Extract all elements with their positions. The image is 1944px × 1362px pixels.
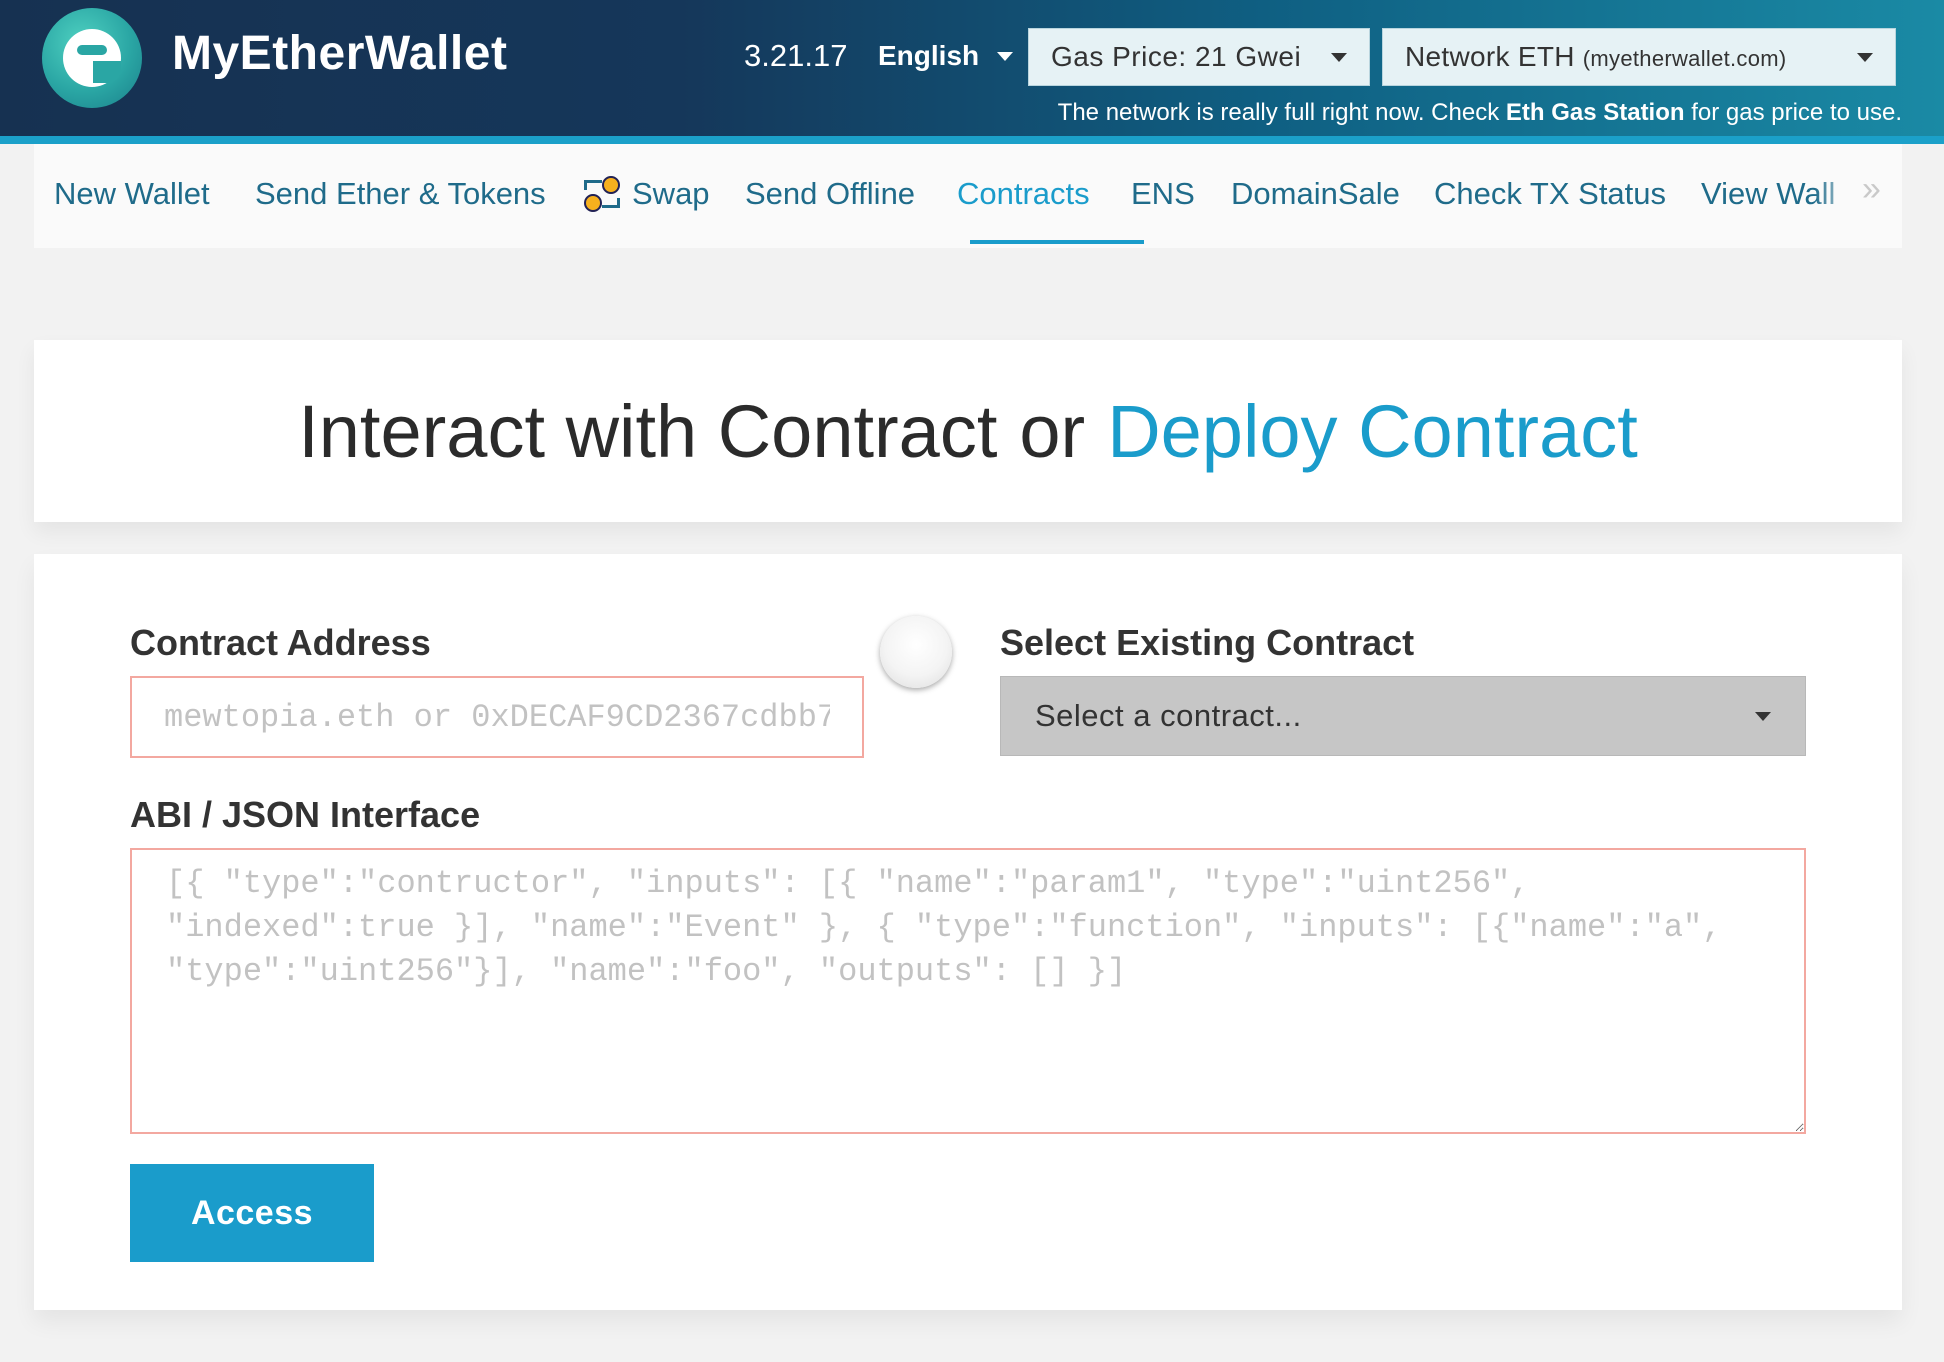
site-header: MyEtherWallet 3.21.17 English Gas Price:… (0, 0, 1944, 138)
contract-address-label: Contract Address (130, 622, 431, 663)
nav-item-label: Send Offline (745, 176, 916, 211)
nav-item-domainsale[interactable]: DomainSale (1231, 144, 1400, 244)
language-dropdown[interactable]: English (878, 40, 1014, 72)
chevron-down-icon (1331, 52, 1347, 62)
chevron-down-icon (1857, 52, 1873, 62)
nav-item-ens[interactable]: ENS (1131, 144, 1195, 244)
nav-item-swap[interactable]: Swap (582, 144, 710, 244)
network-sub: (myetherwallet.com) (1582, 46, 1787, 71)
language-label: English (878, 40, 980, 71)
brand-name[interactable]: MyEtherWallet (172, 26, 507, 81)
title-or: or (1019, 389, 1086, 473)
network-dropdown[interactable]: Network ETH (myetherwallet.com) (1382, 28, 1896, 86)
network-label: Network ETH (myetherwallet.com) (1405, 41, 1787, 73)
mew-logo-icon[interactable] (42, 8, 142, 108)
abi-label: ABI / JSON Interface (130, 794, 481, 835)
select-existing-contract-label: Select Existing Contract (1000, 622, 1415, 663)
nav-item-label: Contracts (957, 176, 1090, 211)
version-label: 3.21.17 (744, 38, 848, 73)
page-title: Interact with Contract or Deploy Contrac… (34, 340, 1902, 522)
nav-item-label: Swap (632, 176, 710, 211)
deploy-contract-link[interactable]: Deploy Contract (1107, 389, 1638, 474)
nav-item-send-offline[interactable]: Send Offline (745, 144, 915, 244)
gas-notice: The network is really full right now. Ch… (1058, 99, 1902, 127)
nav-item-check-tx-status[interactable]: Check TX Status (1434, 144, 1666, 244)
nav-item-label: ENS (1131, 176, 1195, 211)
gas-price-label: Gas Price: 21 Gwei (1051, 41, 1302, 72)
gas-price-dropdown[interactable]: Gas Price: 21 Gwei (1028, 28, 1370, 86)
contract-address-identicon (880, 616, 952, 688)
header-accent-bar (0, 136, 1944, 144)
main-nav: New Wallet Send Ether & Tokens Swap Send… (34, 144, 1902, 248)
nav-item-label: Send Ether & Tokens (255, 176, 546, 211)
chevron-down-icon (1755, 711, 1771, 721)
nav-item-label: DomainSale (1231, 176, 1400, 211)
contract-address-input[interactable] (130, 676, 864, 758)
existing-contract-value: Select a contract... (1035, 698, 1302, 733)
eth-gas-station-link[interactable]: Eth Gas Station (1506, 99, 1685, 126)
abi-json-textarea[interactable] (130, 848, 1806, 1134)
network-main: Network ETH (1405, 41, 1575, 72)
access-button[interactable]: Access (130, 1164, 374, 1262)
nav-scroll-right-icon[interactable]: » (1862, 170, 1881, 209)
nav-item-send-ether-tokens[interactable]: Send Ether & Tokens (255, 144, 546, 244)
gas-notice-suffix: for gas price to use. (1684, 99, 1902, 126)
swap-icon (582, 174, 622, 214)
existing-contract-dropdown[interactable]: Select a contract... (1000, 676, 1806, 756)
contract-form: Contract Address Select Existing Contrac… (34, 554, 1902, 1310)
nav-item-label: Check TX Status (1434, 176, 1667, 211)
gas-notice-prefix: The network is really full right now. Ch… (1057, 99, 1506, 126)
nav-active-indicator (970, 240, 1144, 244)
chevron-down-icon (997, 51, 1014, 61)
nav-item-contracts[interactable]: Contracts (957, 144, 1090, 244)
title-interact: Interact with Contract (298, 389, 998, 473)
nav-item-label: New Wallet (54, 176, 210, 211)
nav-item-new-wallet[interactable]: New Wallet (54, 144, 210, 244)
